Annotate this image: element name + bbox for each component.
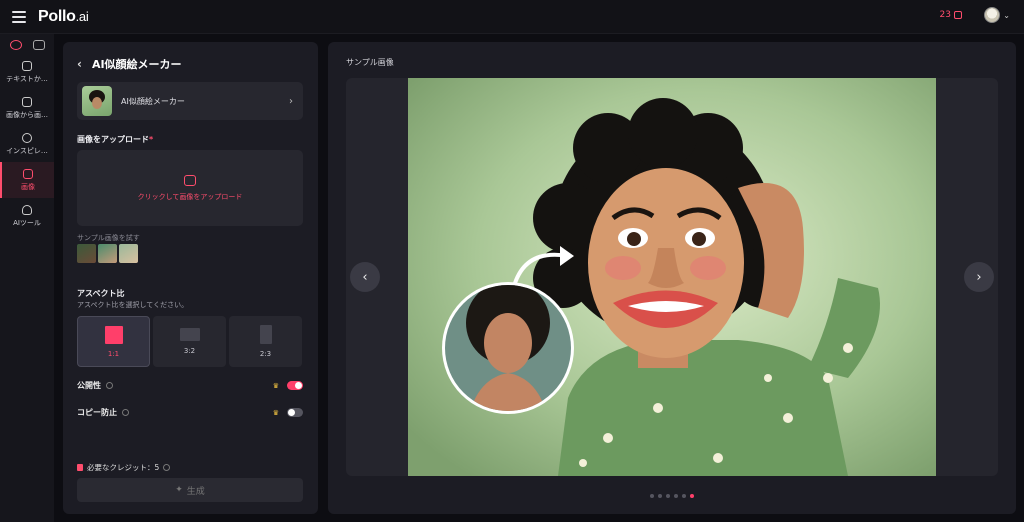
- ratio-label: 2:3: [259, 350, 272, 358]
- info-icon[interactable]: [163, 464, 171, 471]
- carousel-prev-button[interactable]: ‹: [350, 262, 380, 292]
- ratio-portrait-icon: [259, 325, 272, 344]
- carousel-dot[interactable]: [674, 494, 678, 498]
- chevron-right-icon: ›: [289, 95, 293, 107]
- public-label: 公開性: [77, 381, 101, 390]
- caricature-illustration: [408, 78, 936, 476]
- preview-stage: ‹ ›: [346, 78, 998, 476]
- copy-protection-setting: コピー防止 ♛: [77, 407, 303, 418]
- copy-protection-label: コピー防止: [77, 408, 117, 417]
- required-credits: 必要なクレジット：5: [77, 462, 171, 473]
- required-credits-text: 必要なクレジット：5: [87, 463, 160, 472]
- ratio-option-2-3[interactable]: 2:3: [229, 316, 302, 367]
- account-menu[interactable]: ⌄: [984, 7, 1010, 23]
- credit-icon: [77, 464, 83, 471]
- chevron-down-icon: ⌄: [1003, 10, 1010, 20]
- info-icon[interactable]: [106, 382, 113, 389]
- text-to-video-icon: [22, 61, 32, 71]
- credits-value: 23: [939, 10, 951, 20]
- sample-images: [77, 244, 138, 263]
- logo-suffix: .ai: [75, 8, 89, 24]
- ratio-label: 1:1: [107, 349, 120, 358]
- generate-button[interactable]: ✦ 生成: [77, 478, 303, 502]
- top-bar: Pollo.ai 23 ⌄: [0, 0, 1024, 34]
- sample-artwork: [408, 78, 936, 476]
- ratio-label: 3:2: [183, 347, 196, 355]
- ratio-option-3-2[interactable]: 3:2: [153, 316, 226, 367]
- carousel-dot[interactable]: [682, 494, 686, 498]
- rail-item-inspiration[interactable]: インスピレ…: [0, 126, 54, 162]
- carousel-dot-active[interactable]: [690, 494, 694, 498]
- avatar[interactable]: [984, 7, 1001, 23]
- aspect-subtitle: アスペクト比を選択してください。: [77, 301, 189, 309]
- video-mode-icon[interactable]: [32, 40, 45, 50]
- carousel-dot[interactable]: [658, 494, 662, 498]
- rail-item-label: 画像: [21, 183, 35, 191]
- public-toggle[interactable]: [287, 381, 303, 390]
- rail-item-label: AIツール: [13, 219, 41, 227]
- rail-item-ai-tools[interactable]: AIツール: [0, 198, 54, 234]
- logo[interactable]: Pollo.ai: [38, 7, 89, 26]
- generate-label: 生成: [186, 486, 205, 497]
- sample-image[interactable]: [77, 244, 96, 263]
- upload-image-icon: [184, 174, 196, 186]
- sample-image[interactable]: [98, 244, 117, 263]
- rail-item-label: 画像から画…: [6, 111, 48, 119]
- image-icon: [23, 169, 33, 179]
- chevron-left-icon: ‹: [362, 269, 368, 285]
- tool-name: AI似顔絵メーカー: [121, 96, 185, 106]
- rail-item-text-to[interactable]: テキストか…: [0, 54, 54, 90]
- credit-icon: [954, 11, 962, 19]
- ratio-landscape-icon: [179, 328, 200, 341]
- carousel-dots: [328, 494, 1016, 498]
- info-icon[interactable]: [122, 409, 129, 416]
- aspect-ratio-options: 1:1 3:2 2:3: [77, 316, 302, 367]
- carousel-dot[interactable]: [650, 494, 654, 498]
- image-mode-icon[interactable]: [9, 40, 22, 50]
- carousel-dot[interactable]: [666, 494, 670, 498]
- crown-icon: ♛: [272, 381, 279, 390]
- rail-mode-switch: [0, 34, 54, 54]
- tool-selector[interactable]: AI似顔絵メーカー ›: [77, 82, 303, 120]
- crown-icon: ♛: [272, 408, 279, 417]
- hamburger-menu-icon[interactable]: [12, 10, 26, 23]
- carousel-next-button[interactable]: ›: [964, 262, 994, 292]
- required-mark: *: [149, 135, 154, 144]
- image-to-image-icon: [22, 97, 32, 107]
- preview-panel: サンプル画像 ‹ ›: [328, 42, 1016, 514]
- panel-header: ‹ AI似顔絵メーカー: [77, 56, 182, 72]
- back-arrow-icon[interactable]: ‹: [77, 57, 82, 71]
- credits-counter[interactable]: 23: [940, 10, 962, 20]
- sample-image[interactable]: [119, 244, 138, 263]
- preview-title: サンプル画像: [346, 58, 394, 67]
- copy-protection-toggle[interactable]: [287, 408, 303, 417]
- compass-icon: [22, 133, 32, 143]
- sparkle-icon: ✦: [175, 485, 183, 495]
- upload-label-text: 画像をアップロード: [77, 135, 149, 144]
- chevron-right-icon: ›: [976, 269, 982, 285]
- page-title: AI似顔絵メーカー: [91, 58, 182, 71]
- rail-item-image-to[interactable]: 画像から画…: [0, 90, 54, 126]
- settings-panel: ‹ AI似顔絵メーカー AI似顔絵メーカー › 画像をアップロード* クリックし…: [63, 42, 318, 514]
- ratio-option-1-1[interactable]: 1:1: [77, 316, 150, 367]
- ratio-square-icon: [104, 325, 123, 344]
- upload-label: 画像をアップロード*: [77, 134, 153, 145]
- rail-item-image[interactable]: 画像: [0, 162, 54, 198]
- toolbox-icon: [22, 205, 32, 215]
- tool-thumbnail: [82, 86, 112, 116]
- rail-item-label: テキストか…: [6, 75, 48, 83]
- side-rail: テキストか… 画像から画… インスピレ… 画像 AIツール: [0, 34, 54, 522]
- public-setting: 公開性 ♛: [77, 380, 303, 391]
- sample-label: サンプル画像を試す: [77, 234, 140, 242]
- upload-dropzone[interactable]: クリックして画像をアップロード: [77, 150, 303, 226]
- logo-main: Pollo: [38, 7, 76, 25]
- upload-cta: クリックして画像をアップロード: [137, 192, 243, 201]
- aspect-title: アスペクト比: [77, 289, 125, 298]
- rail-item-label: インスピレ…: [6, 147, 48, 155]
